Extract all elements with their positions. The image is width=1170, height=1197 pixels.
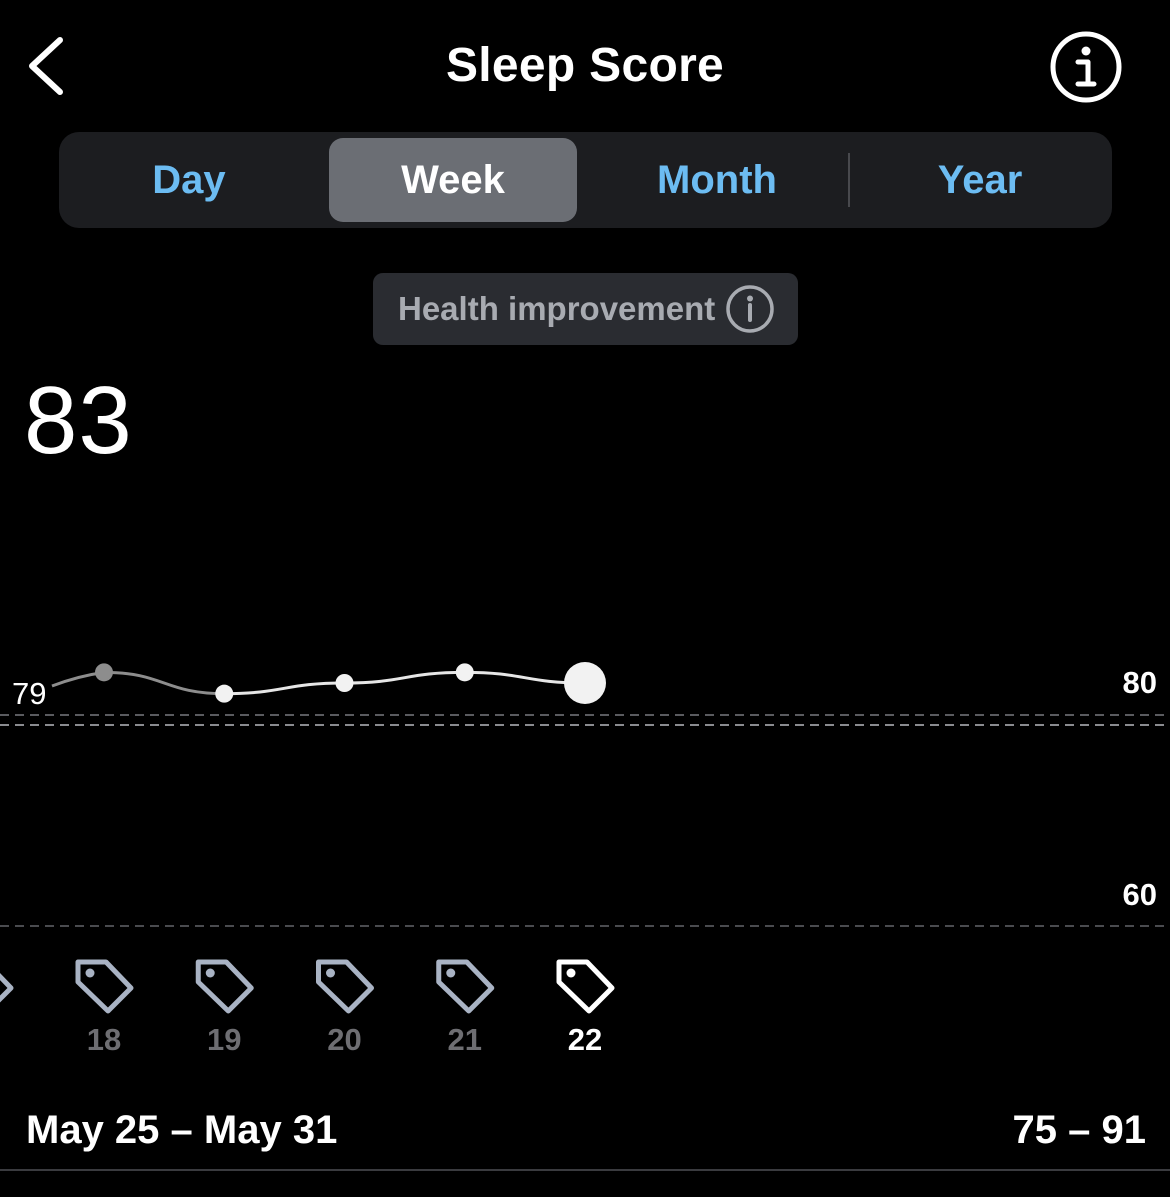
x-tick-label: 18 [87,1022,121,1057]
tag-icon[interactable] [195,959,254,1014]
date-range-label: May 25 – May 31 [26,1108,338,1152]
tag-icon[interactable] [316,959,374,1014]
bottom-divider [0,1169,1170,1171]
tag-icon[interactable] [436,959,495,1014]
series-line-segment [224,681,345,696]
info-circle-icon [726,285,774,333]
y-tick-label: 80 [1123,665,1157,700]
tab-month[interactable]: Month [593,138,841,222]
page-title: Sleep Score [445,39,725,92]
x-tick-label: 22 [568,1022,602,1057]
score-range-label: 75 – 91 [1012,1108,1146,1152]
x-tick-label: 20 [327,1022,361,1057]
info-button[interactable] [1048,29,1124,105]
y-tick-label: 60 [1123,877,1157,912]
selected-data-point [564,662,606,704]
tag-icon[interactable] [556,959,615,1014]
x-tick-label: 19 [207,1022,241,1057]
data-point [335,674,354,692]
sleep-score-chart[interactable]: 80 60 79 18 19 20 21 22 [0,600,1170,1070]
segment-divider [848,153,850,207]
tag-icon[interactable] [75,959,134,1014]
series-line-segment [103,670,225,696]
x-tick-label: 21 [448,1022,482,1057]
info-circle-icon [1050,31,1122,103]
health-improvement-badge[interactable]: Health improvement [373,273,798,345]
data-label: 79 [12,676,46,711]
data-point [455,663,474,682]
tab-day[interactable]: Day [65,138,313,222]
period-segmented-control: Day Week Month Year [59,132,1112,228]
current-sleep-score: 83 [24,367,133,474]
tag-icon[interactable] [0,962,14,1011]
data-point [215,684,234,703]
tab-week[interactable]: Week [329,138,577,222]
health-improvement-label: Health improvement [398,290,716,327]
series-line-segment [344,670,465,685]
sleep-score-screen: Sleep Score Day Week Month Year Health i… [0,0,1170,1197]
data-point [95,663,113,682]
tab-year[interactable]: Year [856,138,1104,222]
